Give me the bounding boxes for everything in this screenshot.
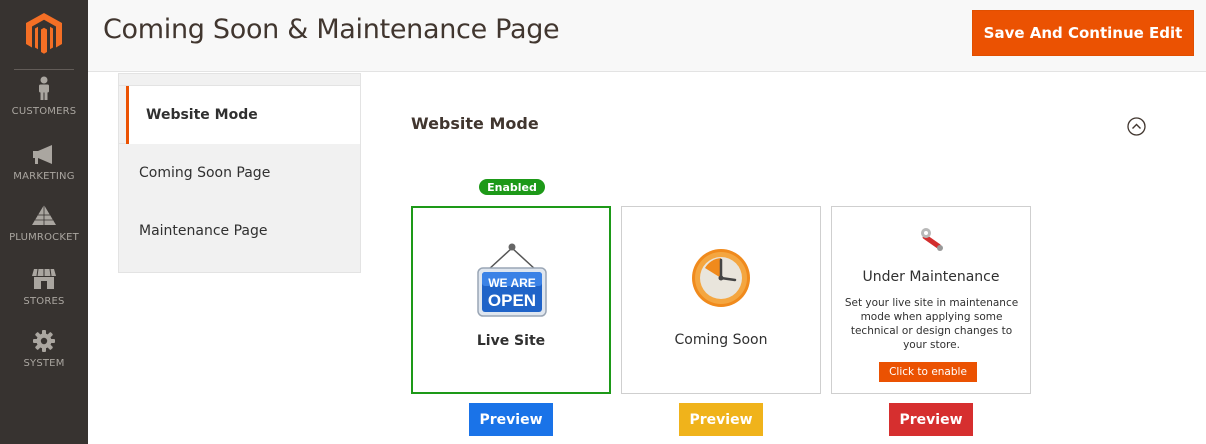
sidebar-item-customers[interactable]: CUSTOMERS xyxy=(0,76,88,117)
sidebar-item-system[interactable]: SYSTEM xyxy=(0,330,88,369)
chevron-up-icon[interactable] xyxy=(1127,117,1146,136)
preview-live-button[interactable]: Preview xyxy=(469,403,553,436)
sidebar-item-label: PLUMROCKET xyxy=(9,232,79,243)
sidebar-divider xyxy=(14,69,74,70)
preview-coming-soon-button[interactable]: Preview xyxy=(679,403,763,436)
enabled-badge: Enabled xyxy=(479,179,545,195)
admin-sidebar: CUSTOMERS MARKETING PLUMROCKET STORES SY… xyxy=(0,0,88,444)
page-title: Coming Soon & Maintenance Page xyxy=(103,14,560,45)
card-label: Live Site xyxy=(476,333,546,349)
tab-coming-soon-page[interactable]: Coming Soon Page xyxy=(119,144,360,201)
sidebar-item-label: STORES xyxy=(23,296,65,307)
sidebar-item-label: SYSTEM xyxy=(23,358,65,369)
sidebar-item-marketing[interactable]: MARKETING xyxy=(0,145,88,182)
svg-text:OPEN: OPEN xyxy=(488,291,536,310)
storefront-icon xyxy=(32,268,56,289)
svg-text:WE ARE: WE ARE xyxy=(488,276,536,290)
click-to-enable-button[interactable]: Click to enable xyxy=(879,362,977,382)
sidebar-item-label: CUSTOMERS xyxy=(11,106,77,117)
sidebar-item-label: MARKETING xyxy=(13,171,75,182)
megaphone-icon xyxy=(33,145,52,164)
gear-icon xyxy=(33,330,55,352)
settings-tabs: Website Mode Coming Soon Page Maintenanc… xyxy=(118,73,361,273)
clock-icon xyxy=(692,249,750,307)
save-and-continue-button[interactable]: Save And Continue Edit xyxy=(972,10,1194,56)
card-label: Under Maintenance xyxy=(862,269,1000,285)
mode-card-live-site[interactable]: WE ARE OPEN Live Site xyxy=(411,206,611,394)
open-sign-icon: WE ARE OPEN xyxy=(477,243,547,317)
card-description: Set your live site in maintenance mode w… xyxy=(844,297,1019,351)
mode-card-coming-soon[interactable]: Coming Soon xyxy=(621,206,821,394)
card-label: Coming Soon xyxy=(674,332,768,348)
person-icon xyxy=(39,76,49,100)
pyramid-icon xyxy=(32,205,56,225)
tab-maintenance-page[interactable]: Maintenance Page xyxy=(119,202,360,259)
preview-maintenance-button[interactable]: Preview xyxy=(889,403,973,436)
tab-website-mode[interactable]: Website Mode xyxy=(126,86,360,144)
sidebar-item-plumrocket[interactable]: PLUMROCKET xyxy=(0,204,88,243)
sidebar-item-stores[interactable]: STORES xyxy=(0,268,88,307)
section-title: Website Mode xyxy=(411,114,539,133)
wrench-icon xyxy=(921,228,943,251)
magento-logo-icon[interactable] xyxy=(25,12,63,54)
page-header: Coming Soon & Maintenance Page Save And … xyxy=(88,0,1206,72)
mode-card-under-maintenance[interactable]: Under Maintenance Set your live site in … xyxy=(831,206,1031,394)
